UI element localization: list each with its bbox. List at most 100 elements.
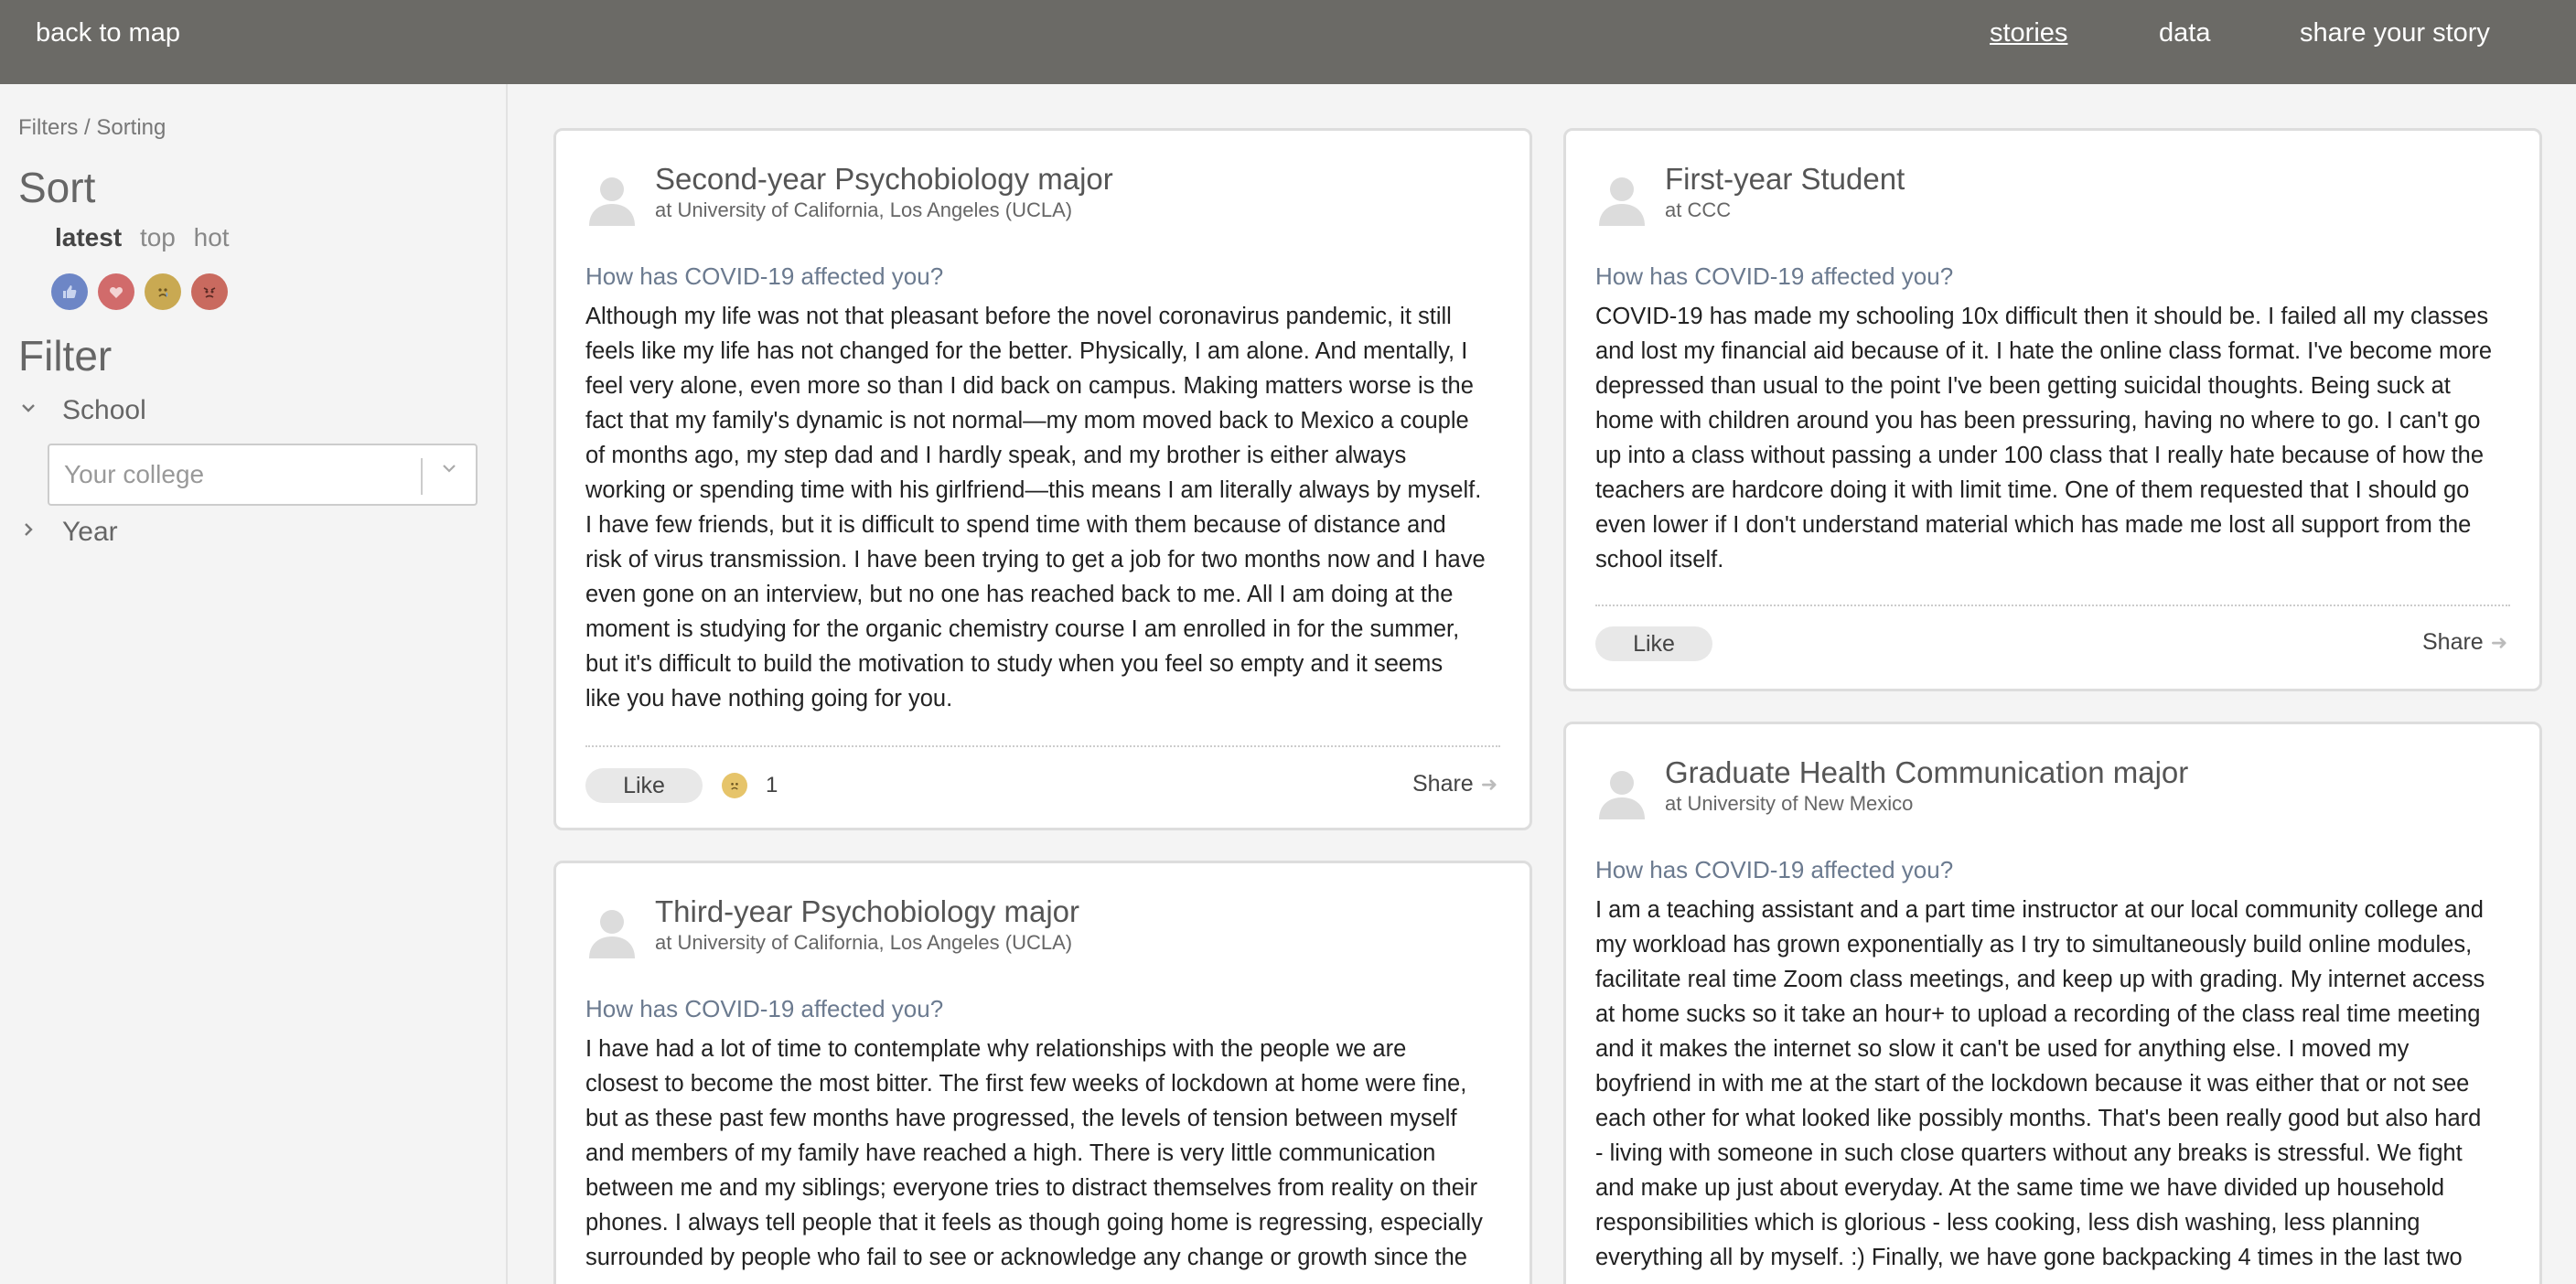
story-body: I am a teaching assistant and a part tim… — [1595, 893, 2485, 1275]
story-card: Second-year Psychobiology major at Unive… — [553, 128, 1532, 830]
story-line: and members of my family have reached a … — [585, 1140, 1436, 1166]
thumbs-up-icon[interactable] — [51, 273, 88, 310]
story-line: COVID-19 has made my schooling 10x diffi… — [1595, 304, 2489, 329]
story-question: How has COVID-19 affected you? — [585, 262, 944, 290]
story-question: How has COVID-19 affected you? — [1595, 856, 1954, 883]
story-line: between me and my siblings; everyone tri… — [585, 1175, 1478, 1201]
like-button[interactable]: Like — [1595, 626, 1712, 661]
story-title: First-year Student — [1665, 162, 1905, 196]
story-line: but it's difficult to build the motivati… — [585, 651, 1444, 677]
story-line: even lower if I don't understand materia… — [1595, 512, 2472, 538]
sort-latest[interactable]: latest — [55, 223, 122, 251]
story-title: Second-year Psychobiology major — [655, 162, 1113, 196]
school-filter-toggle[interactable]: School — [18, 395, 146, 426]
story-line: feels like my life has not changed for t… — [585, 338, 1468, 364]
story-body: COVID-19 has made my schooling 10x diffi… — [1595, 299, 2492, 577]
share-arrow-icon: ➜ — [2490, 631, 2508, 654]
story-question: How has COVID-19 affected you? — [1595, 262, 1954, 290]
story-line: my workload has grown exponentially as I… — [1595, 932, 2473, 958]
story-card: Graduate Health Communication major at U… — [1563, 722, 2542, 1284]
sad-face-icon — [722, 773, 747, 798]
story-line: school itself. — [1595, 547, 1724, 572]
story-line: I have had a lot of time to contemplate … — [585, 1036, 1407, 1062]
story-line: risk of virus transmission. I have been … — [585, 547, 1486, 572]
story-line: closest to become the most bitter. The f… — [585, 1071, 1467, 1097]
reaction-count: 1 — [766, 773, 778, 797]
sort-hot[interactable]: hot — [194, 223, 230, 251]
story-line: and make up just about everyday. At the … — [1595, 1175, 2445, 1201]
filter-sidebar: Filters / Sorting Sort latest top hot Fi… — [0, 84, 508, 1284]
share-button[interactable]: Share ➜ — [2422, 629, 2507, 656]
story-line: up into a class without passing a under … — [1595, 443, 2485, 468]
year-filter-label: Year — [62, 517, 118, 547]
avatar — [585, 173, 639, 226]
like-button[interactable]: Like — [585, 768, 703, 803]
sort-top[interactable]: top — [140, 223, 176, 251]
story-line: facilitate real time Zoom class meetings… — [1595, 967, 2485, 992]
chevron-down-icon[interactable] — [439, 458, 459, 485]
school-filter-label: School — [62, 395, 146, 425]
nav-stories-link[interactable]: stories — [1990, 18, 2067, 48]
story-line: and it makes the internet so slow it can… — [1595, 1036, 2410, 1062]
nav-share-your-story-link[interactable]: share your story — [2300, 18, 2490, 48]
breadcrumb: Filters / Sorting — [18, 115, 166, 140]
school-select-placeholder: Your college — [64, 460, 205, 488]
story-school: at University of California, Los Angeles… — [655, 931, 1073, 954]
story-card: First-year Student at CCC How has COVID-… — [1563, 128, 2542, 691]
story-title: Third-year Psychobiology major — [655, 894, 1080, 928]
top-nav-bar: back to map stories data share your stor… — [0, 0, 2576, 84]
story-body: Although my life was not that pleasant b… — [585, 299, 1486, 716]
sort-heading: Sort — [18, 164, 96, 211]
sad-face-icon[interactable] — [145, 273, 181, 310]
sort-options: latest top hot — [55, 223, 241, 252]
story-title: Graduate Health Communication major — [1665, 755, 2189, 789]
select-separator — [421, 458, 423, 495]
story-school: at University of California, Los Angeles… — [655, 198, 1073, 221]
card-divider — [1595, 605, 2510, 606]
back-to-map-link[interactable]: back to map — [36, 18, 180, 48]
story-line: home with children around you has been p… — [1595, 408, 2481, 433]
story-line: depressed than usual to the point I've b… — [1595, 373, 2451, 399]
reaction-filters — [51, 273, 228, 310]
story-line: at home sucks so it take an hour+ to upl… — [1595, 1001, 2481, 1027]
story-line: responsibilities which is glorious - les… — [1595, 1210, 2420, 1236]
story-line: teachers are hardcore doing it with limi… — [1595, 477, 2470, 503]
avatar — [585, 905, 639, 958]
angry-face-icon[interactable] — [191, 273, 228, 310]
chevron-right-icon — [18, 519, 42, 546]
story-line: each other for what looked like possibly… — [1595, 1106, 2482, 1131]
story-line: feel very alone, even more so than I did… — [585, 373, 1474, 399]
story-line: of months ago, my step dad and I hardly … — [585, 443, 1407, 468]
story-line: boyfriend in with me at the start of the… — [1595, 1071, 2470, 1097]
story-line: I am a teaching assistant and a part tim… — [1595, 897, 2484, 923]
story-line: surrounded by people who fail to see or … — [585, 1245, 1467, 1270]
chevron-down-icon — [18, 398, 42, 424]
avatar — [1595, 766, 1648, 819]
story-line: I have few friends, but it is difficult … — [585, 512, 1446, 538]
story-line: even gone on an interview, but no one ha… — [585, 582, 1454, 607]
story-question: How has COVID-19 affected you? — [585, 995, 944, 1022]
story-line: and lost my financial aid because of it.… — [1595, 338, 2493, 364]
card-divider — [585, 745, 1500, 747]
avatar — [1595, 173, 1648, 226]
share-label: Share — [2422, 629, 2484, 655]
story-line: fact that my family's dynamic is not nor… — [585, 408, 1469, 433]
share-arrow-icon: ➜ — [1480, 773, 1498, 796]
story-line: everything all by myself. :) Finally, we… — [1595, 1245, 2463, 1270]
share-button[interactable]: Share ➜ — [1412, 771, 1497, 797]
story-line: Although my life was not that pleasant b… — [585, 304, 1452, 329]
story-line: like you have nothing going for you. — [585, 686, 953, 712]
story-line: phones. I always tell people that it fee… — [585, 1210, 1483, 1236]
story-line: moment is studying for the organic chemi… — [585, 616, 1460, 642]
school-select[interactable]: Your college — [48, 444, 478, 506]
story-line: but as these past few months have progre… — [585, 1106, 1457, 1131]
story-line: working or spending time with his girlfr… — [585, 477, 1482, 503]
share-label: Share — [1412, 771, 1474, 797]
nav-data-link[interactable]: data — [2159, 18, 2210, 48]
story-line: - living with someone in such close quar… — [1595, 1140, 2463, 1166]
story-school: at University of New Mexico — [1665, 792, 1914, 815]
story-school: at CCC — [1665, 198, 1732, 221]
year-filter-toggle[interactable]: Year — [18, 517, 118, 548]
story-body: I have had a lot of time to contemplate … — [585, 1032, 1483, 1275]
heart-icon[interactable] — [98, 273, 134, 310]
